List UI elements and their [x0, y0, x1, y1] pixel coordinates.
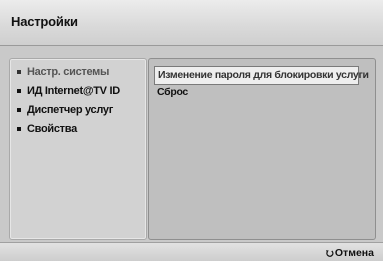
- menu-item-label: Диспетчер услуг: [27, 104, 114, 116]
- menu-item-internet-tv-id[interactable]: ИД Internet@TV ID: [16, 82, 120, 101]
- menu-item-label: ИД Internet@TV ID: [27, 85, 120, 97]
- submenu-panel: Изменение пароля для блокировки услуги С…: [148, 58, 376, 240]
- settings-window: Настройки Настр. системы ИД Internet@TV …: [0, 0, 383, 261]
- title-bar: Настройки: [0, 0, 383, 46]
- menu-item-label: Свойства: [27, 123, 77, 135]
- window-title: Настройки: [11, 14, 78, 29]
- reset-option[interactable]: Сброс: [154, 84, 188, 101]
- menu-item-system-settings[interactable]: Настр. системы: [16, 63, 120, 82]
- bullet-icon: [17, 108, 21, 112]
- return-icon: [325, 249, 334, 257]
- menu-item-label: Настр. системы: [27, 66, 110, 78]
- bullet-icon: [17, 89, 21, 93]
- cancel-button[interactable]: Отмена: [325, 246, 374, 260]
- settings-body: Настр. системы ИД Internet@TV ID Диспетч…: [0, 46, 383, 242]
- bullet-icon: [17, 127, 21, 131]
- menu-item-properties[interactable]: Свойства: [16, 120, 120, 139]
- footer-bar: Отмена: [0, 242, 383, 261]
- cancel-label: Отмена: [334, 247, 374, 259]
- bullet-icon: [17, 70, 21, 74]
- menu-item-service-manager[interactable]: Диспетчер услуг: [16, 101, 120, 120]
- settings-menu: Настр. системы ИД Internet@TV ID Диспетч…: [9, 58, 147, 240]
- menu-list: Настр. системы ИД Internet@TV ID Диспетч…: [16, 63, 120, 139]
- change-lock-password-option[interactable]: Изменение пароля для блокировки услуги: [154, 66, 369, 85]
